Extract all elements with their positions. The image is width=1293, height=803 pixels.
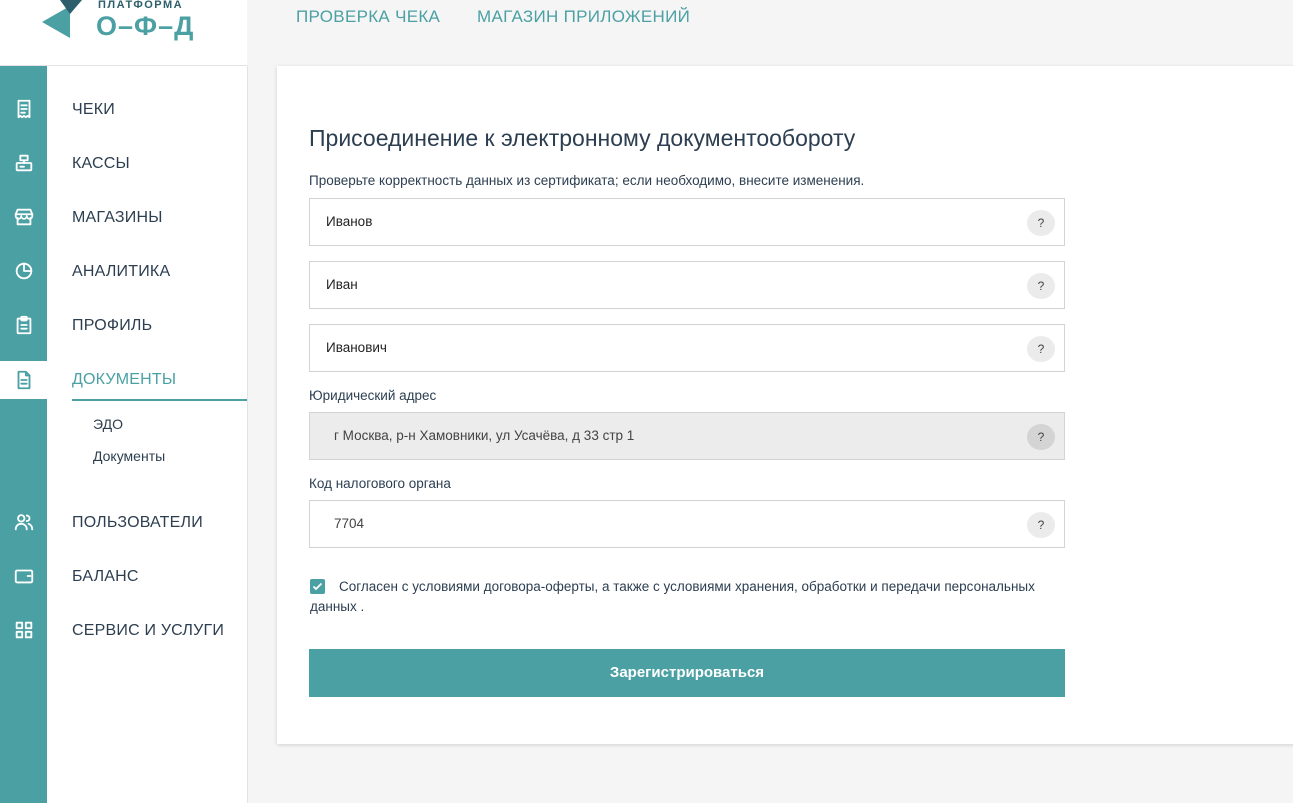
receipt-icon[interactable] [0, 90, 47, 128]
address-field: г Москва, р-н Хамовники, ул Усачёва, д 3… [309, 412, 1065, 460]
header-link-app-store[interactable]: МАГАЗИН ПРИЛОЖЕНИЙ [477, 7, 690, 27]
form-subtitle: Проверьте корректность данных из сертифи… [309, 173, 865, 188]
last-name-field[interactable]: Иванов ? [309, 198, 1065, 246]
help-icon[interactable]: ? [1027, 424, 1055, 450]
middle-name-value: Иванович [326, 340, 387, 355]
tax-code-label: Код налогового органа [309, 476, 451, 491]
cash-register-icon[interactable] [0, 144, 47, 182]
checkmark-icon [312, 582, 323, 591]
help-icon[interactable]: ? [1027, 336, 1055, 362]
sidebar-item-registers[interactable]: КАССЫ [72, 155, 130, 173]
sidebar-item-receipts[interactable]: ЧЕКИ [72, 101, 115, 119]
address-label: Юридический адрес [309, 388, 437, 403]
pie-chart-icon[interactable] [0, 252, 47, 290]
address-value: г Москва, р-н Хамовники, ул Усачёва, д 3… [334, 428, 635, 443]
sidebar-item-profile[interactable]: ПРОФИЛЬ [72, 317, 152, 335]
agreement-checkbox[interactable] [310, 579, 325, 594]
register-button[interactable]: Зарегистрироваться [309, 649, 1065, 697]
edo-form-card: Присоединение к электронному документооб… [277, 66, 1293, 744]
sidebar-item-analytics[interactable]: АНАЛИТИКА [72, 263, 170, 281]
store-icon[interactable] [0, 198, 47, 236]
tax-code-field[interactable]: 7704 ? [309, 500, 1065, 548]
logo-mark: ПЛАТФОРМА О–Ф–Д [42, 0, 194, 41]
page-title: Присоединение к электронному документооб… [309, 125, 856, 151]
sidebar-subitem-documents[interactable]: Документы [93, 448, 165, 464]
middle-name-field[interactable]: Иванович ? [309, 324, 1065, 372]
users-icon[interactable] [0, 503, 47, 541]
clipboard-icon[interactable] [0, 306, 47, 344]
header-link-check-receipt[interactable]: ПРОВЕРКА ЧЕКА [296, 7, 440, 27]
agreement-text: Согласен с условиями договора-оферты, а … [310, 579, 1035, 614]
wallet-icon[interactable] [0, 557, 47, 595]
tax-code-value: 7704 [334, 516, 365, 531]
first-name-value: Иван [326, 277, 358, 292]
grid-icon[interactable] [0, 611, 47, 649]
logo[interactable]: ПЛАТФОРМА О–Ф–Д [0, 0, 247, 66]
first-name-field[interactable]: Иван ? [309, 261, 1065, 309]
document-icon[interactable] [0, 361, 47, 399]
sidebar-item-documents[interactable]: ДОКУМЕНТЫ [72, 371, 176, 389]
help-icon[interactable]: ? [1027, 512, 1055, 538]
sidebar-item-users[interactable]: ПОЛЬЗОВАТЕЛИ [72, 514, 203, 532]
sidebar-nav: ЧЕКИ КАССЫ МАГАЗИНЫ АНАЛИТИКА ПРОФИЛЬ ДО… [47, 66, 248, 803]
sidebar-item-balance[interactable]: БАЛАНС [72, 568, 139, 586]
sidebar-subitem-edo[interactable]: ЭДО [93, 416, 123, 432]
logo-top-text: ПЛАТФОРМА [98, 0, 183, 11]
logo-main-text: О–Ф–Д [96, 11, 194, 41]
sidebar-item-services[interactable]: СЕРВИС И УСЛУГИ [72, 622, 224, 640]
last-name-value: Иванов [326, 214, 373, 229]
help-icon[interactable]: ? [1027, 273, 1055, 299]
active-indicator [72, 399, 247, 401]
help-icon[interactable]: ? [1027, 210, 1055, 236]
icon-rail [0, 66, 47, 803]
sidebar-item-stores[interactable]: МАГАЗИНЫ [72, 209, 163, 227]
